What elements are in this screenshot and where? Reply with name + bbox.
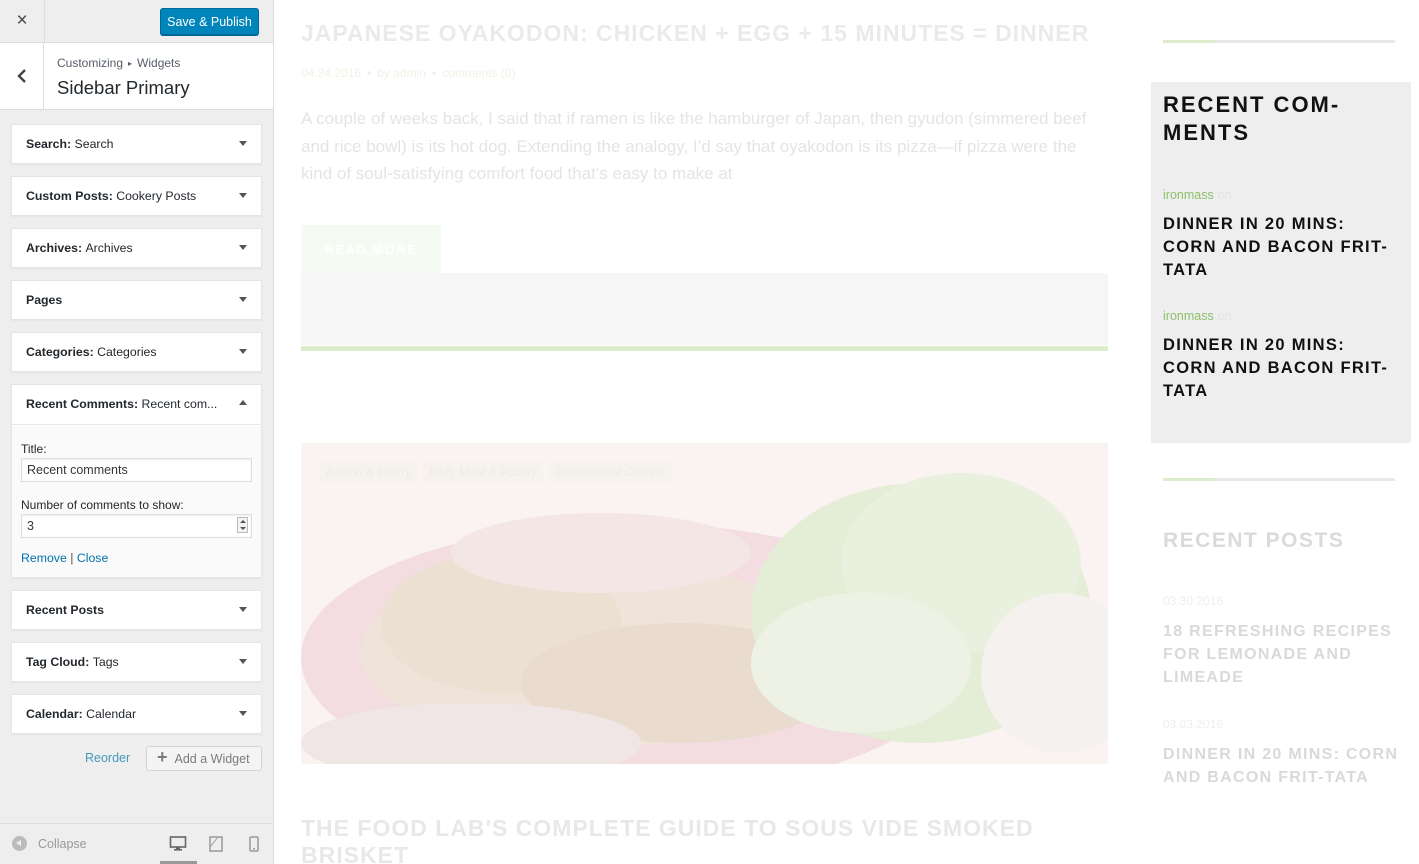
recent-post-link[interactable]: DINNER IN 20 MINS: CORN AND BACON FRIT-T…	[1163, 743, 1403, 789]
arrow-down-icon[interactable]	[239, 349, 247, 354]
actions-separator: |	[70, 551, 74, 565]
title-field[interactable]	[21, 458, 252, 482]
remove-link[interactable]: Remove	[21, 551, 67, 565]
save-publish-button[interactable]: Save & Publish	[160, 8, 259, 35]
breadcrumb-separator: ▸	[128, 59, 133, 68]
tag-link[interactable]: Fish, Meat & Poultry	[423, 461, 544, 483]
post-date: 03.03.2016	[1163, 717, 1224, 731]
post-date: 04.24.2016	[301, 66, 362, 80]
widget-archives[interactable]: Archives: Archives	[11, 228, 262, 268]
widget-search[interactable]: Search: Search	[11, 124, 262, 164]
post-excerpt: A couple of weeks back, I said that if r…	[301, 109, 1087, 183]
widget-custom-posts[interactable]: Custom Posts: Cookery Posts	[11, 176, 262, 216]
widget-title: Recent Posts	[26, 603, 104, 617]
reorder-link[interactable]: Reorder	[85, 751, 130, 765]
customizer-footer: Collapse	[0, 823, 273, 864]
add-widget-label: Add a Widget	[174, 751, 250, 766]
widget-tag-cloud[interactable]: Tag Cloud: Tags	[11, 642, 262, 682]
desktop-icon[interactable]	[160, 835, 197, 864]
mobile-icon[interactable]	[245, 835, 263, 853]
widget-recent-posts[interactable]: Recent Posts	[11, 590, 262, 630]
widget-divider	[1163, 40, 1395, 43]
widget-recent-comments: Recent Comments: Recent com... Title: Nu…	[11, 384, 262, 578]
widget-title: Custom Posts: Cookery Posts	[26, 189, 197, 203]
widget-title: Archives: Archives	[26, 241, 133, 255]
arrow-down-icon[interactable]	[239, 659, 247, 664]
arrow-down-icon[interactable]	[239, 141, 247, 146]
arrow-down-icon[interactable]	[239, 245, 247, 250]
chevron-left-icon	[16, 69, 26, 83]
widget-title: Calendar: Calendar	[26, 707, 137, 721]
post-date: 03.30.2016	[1163, 594, 1224, 608]
read-more-button[interactable]: READ MORE	[301, 225, 441, 273]
post-title[interactable]: JAPANESE OYAKODON: CHICKEN + EGG + 15 MI…	[301, 20, 1089, 47]
widget-title: Categories: Categories	[26, 345, 157, 359]
back-button[interactable]	[0, 43, 44, 109]
widget-title: Search: Search	[26, 137, 114, 151]
post-meta: 04.24.2016 • by admin • comments (0)	[301, 66, 516, 80]
breadcrumb-current: Widgets	[137, 56, 181, 70]
comment-author: ironmass on	[1163, 309, 1232, 323]
arrow-down-icon[interactable]	[239, 297, 247, 302]
arrow-down-icon[interactable]	[239, 193, 247, 198]
widget-title: Tag Cloud: Tags	[26, 655, 119, 669]
comment-post-link[interactable]: DINNER IN 20 MINS: CORN AND BACON FRIT-T…	[1163, 334, 1399, 403]
customizer-panel: × Save & Publish Customizing ▸ Widgets Sid…	[0, 0, 274, 864]
section-divider	[301, 346, 1108, 351]
widget-heading: RECENT COM-MENTS	[1163, 92, 1341, 145]
close-icon[interactable]: ×	[0, 0, 45, 42]
customizer-header: × Save & Publish	[0, 0, 273, 43]
add-widget-button[interactable]: + Add a Widget	[146, 746, 262, 771]
number-stepper[interactable]	[21, 514, 252, 538]
title-field-label: Title:	[21, 442, 47, 456]
widget-heading: RECENT POSTS	[1163, 529, 1345, 552]
recent-comments-widget: RECENT COM-MENTS ironmass on DINNER IN 20…	[1151, 82, 1411, 443]
number-field[interactable]	[21, 514, 252, 538]
widget-title: Pages	[26, 293, 63, 307]
plus-icon: +	[157, 747, 168, 767]
section-title: Sidebar Primary	[57, 77, 190, 98]
post-author[interactable]: by admin	[377, 66, 426, 80]
widget-header[interactable]: Recent Comments: Recent com...	[12, 385, 261, 425]
section-header: Customizing ▸ Widgets Sidebar Primary	[0, 43, 273, 110]
post-comments-link[interactable]: comments (0)	[442, 66, 515, 80]
arrow-down-icon[interactable]	[239, 607, 247, 612]
collapse-button[interactable]: Collapse	[12, 836, 87, 851]
arrow-up-icon[interactable]	[239, 400, 247, 405]
post-footer-band	[301, 273, 1108, 345]
widget-pages[interactable]: Pages	[11, 280, 262, 320]
widget-form: Title: Number of comments to show: Remov…	[12, 426, 261, 577]
close-link[interactable]: Close	[77, 551, 108, 565]
post-featured-image[interactable]	[301, 443, 1108, 764]
post-title[interactable]: THE FOOD LAB'S COMPLETE GUIDE TO SOUS VI…	[301, 815, 1101, 864]
site-preview: JAPANESE OYAKODON: CHICKEN + EGG + 15 MI…	[274, 0, 1419, 864]
breadcrumb: Customizing ▸ Widgets	[57, 56, 180, 70]
collapse-label: Collapse	[38, 836, 87, 851]
food-photo	[301, 443, 1108, 764]
widget-calendar[interactable]: Calendar: Calendar	[11, 694, 262, 734]
widget-actions: Remove | Close	[21, 551, 108, 565]
breadcrumb-root: Customizing	[57, 56, 124, 70]
comment-post-link[interactable]: DINNER IN 20 MINS: CORN AND BACON FRIT-T…	[1163, 213, 1399, 282]
post-tags: Baking & Pastry Fish, Meat & Poultry Int…	[320, 461, 671, 483]
tag-link[interactable]: International Cuisine	[549, 461, 671, 483]
number-field-label: Number of comments to show:	[21, 498, 184, 512]
recent-post-link[interactable]: 18 REFRESHING RECIPES FOR LEMONADE AND L…	[1163, 620, 1403, 689]
widget-divider	[1163, 478, 1395, 481]
widget-title: Recent Comments: Recent com...	[26, 397, 218, 411]
spinner-icon[interactable]	[237, 517, 248, 533]
widget-categories[interactable]: Categories: Categories	[11, 332, 262, 372]
comment-author: ironmass on	[1163, 188, 1232, 202]
tag-link[interactable]: Baking & Pastry	[320, 461, 418, 483]
tablet-icon[interactable]	[207, 835, 225, 853]
arrow-down-icon[interactable]	[239, 711, 247, 716]
collapse-arrow-icon	[12, 836, 27, 851]
